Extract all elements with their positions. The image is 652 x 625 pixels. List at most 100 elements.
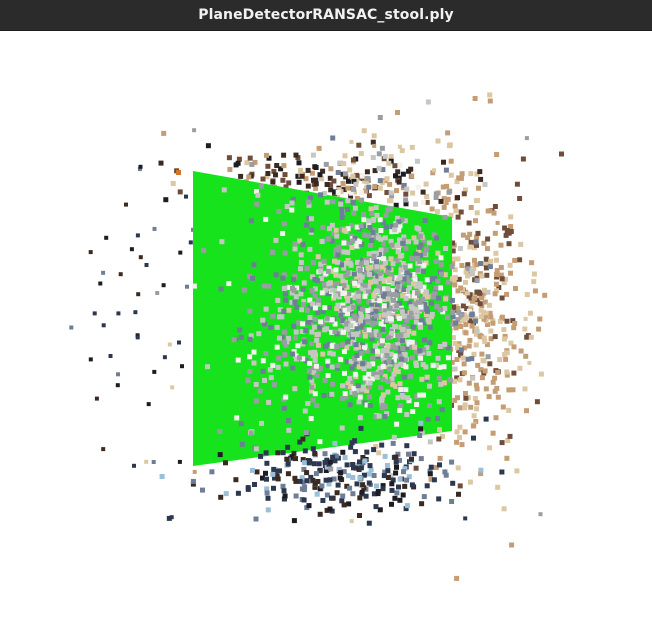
point (257, 388, 263, 394)
point (340, 342, 345, 348)
point (371, 253, 377, 259)
point (366, 218, 372, 224)
point (499, 314, 505, 320)
point (385, 343, 391, 349)
point (369, 238, 375, 243)
window-titlebar[interactable]: PlaneDetectorRANSAC_stool.ply (0, 0, 652, 31)
point (263, 216, 269, 222)
point (449, 297, 455, 303)
point (349, 139, 354, 144)
point (467, 244, 473, 250)
point (458, 209, 464, 215)
point (298, 260, 304, 265)
3d-viewport[interactable] (0, 31, 652, 625)
point (359, 197, 365, 203)
point (416, 244, 422, 250)
point (307, 246, 313, 252)
point (342, 307, 348, 313)
point (522, 386, 528, 392)
point (375, 348, 381, 354)
point (397, 497, 403, 503)
point (360, 482, 366, 488)
point (428, 300, 434, 306)
point (333, 267, 339, 273)
point (472, 96, 478, 101)
point (235, 490, 241, 496)
point (329, 495, 334, 501)
point (314, 278, 320, 284)
point (350, 199, 356, 205)
point (339, 207, 345, 213)
point (409, 482, 415, 488)
point (494, 257, 499, 263)
point (275, 476, 281, 482)
point (237, 327, 243, 333)
point (399, 393, 405, 398)
point (385, 207, 391, 213)
point (418, 426, 424, 432)
point (436, 375, 442, 381)
point (226, 155, 232, 161)
point (268, 375, 274, 381)
point (301, 280, 307, 286)
point (457, 405, 463, 411)
point (341, 502, 347, 508)
point (357, 459, 362, 465)
point (457, 377, 463, 383)
point (352, 391, 358, 397)
point (342, 171, 348, 177)
point (435, 355, 441, 361)
point (457, 435, 462, 440)
point (378, 370, 384, 375)
point (292, 241, 298, 247)
point (458, 347, 464, 353)
point (296, 179, 302, 185)
point (285, 471, 291, 477)
point (480, 357, 486, 363)
point (410, 190, 416, 196)
point (327, 350, 333, 356)
point (161, 130, 167, 136)
point (477, 169, 483, 175)
point (404, 318, 410, 324)
point (349, 440, 355, 446)
point (146, 402, 151, 407)
point (227, 167, 233, 172)
point (474, 210, 480, 216)
point (407, 263, 413, 269)
point (238, 173, 244, 179)
point (298, 167, 303, 173)
point (364, 169, 370, 175)
point (414, 402, 420, 407)
point (312, 164, 318, 170)
point (416, 226, 422, 232)
point (291, 518, 297, 524)
point (253, 382, 259, 387)
point (115, 383, 120, 388)
point (322, 343, 328, 349)
point (408, 304, 414, 310)
point (104, 235, 109, 240)
point (384, 176, 390, 182)
point (393, 353, 398, 359)
point (305, 401, 311, 406)
point (411, 281, 416, 287)
point (291, 277, 297, 283)
point (487, 361, 493, 367)
point (472, 257, 477, 263)
point (522, 326, 528, 332)
point (370, 348, 376, 353)
point (282, 250, 288, 256)
point (473, 318, 478, 324)
point (378, 228, 384, 233)
point (328, 166, 334, 172)
point (387, 316, 393, 322)
point (362, 282, 368, 288)
point (415, 158, 420, 164)
point (192, 469, 197, 474)
point (452, 366, 458, 372)
point (406, 328, 412, 334)
point (281, 308, 287, 314)
point (356, 239, 362, 245)
point-cloud-scene[interactable] (0, 31, 652, 625)
